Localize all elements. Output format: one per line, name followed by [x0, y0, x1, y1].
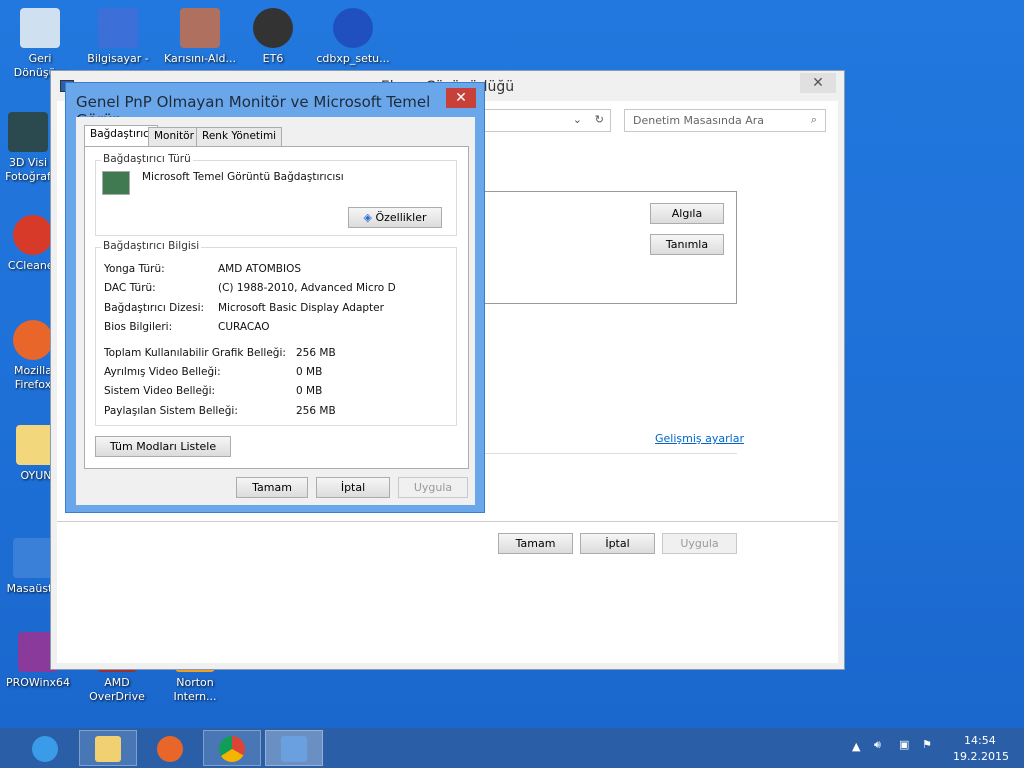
dialog-cancel-button[interactable]: İptal	[316, 477, 390, 498]
internet-explorer-icon	[32, 736, 58, 762]
ok-button[interactable]: Tamam	[498, 533, 573, 554]
cancel-button[interactable]: İptal	[580, 533, 655, 554]
adapter-properties-dialog: Genel PnP Olmayan Monitör ve Microsoft T…	[65, 82, 485, 513]
taskbar: ▲ 🔊︎ ▣ ⚑ 14:54 19.2.2015	[0, 728, 1024, 768]
show-hidden-icons-icon[interactable]: ▲	[852, 740, 860, 753]
taskbar-file-explorer[interactable]	[79, 730, 137, 766]
tab-color-management[interactable]: Renk Yönetimi	[196, 127, 283, 146]
desktop-icon-video[interactable]: Karısını-Ald...	[162, 8, 238, 66]
action-center-flag-icon[interactable]: ⚑	[922, 738, 932, 751]
search-input[interactable]: Denetim Masasında Ara ⌕	[624, 109, 826, 132]
tab-panel: Bağdaştırıcı Türü Microsoft Temel Görünt…	[84, 146, 469, 469]
network-icon[interactable]: ▣	[899, 738, 909, 751]
folder-icon	[95, 736, 121, 762]
shield-icon: ◈	[363, 211, 372, 224]
video-thumbnail-icon	[180, 8, 220, 48]
clock-time[interactable]: 14:54	[964, 734, 996, 747]
clock-date[interactable]: 19.2.2015	[953, 750, 1009, 763]
chevron-down-icon[interactable]: ⌄	[573, 113, 582, 126]
control-panel-icon	[281, 736, 307, 762]
firefox-icon	[13, 320, 53, 360]
steering-wheel-icon	[253, 8, 293, 48]
desktop-icon-computer[interactable]: Bilgisayar -	[80, 8, 156, 66]
desktop-icon	[13, 538, 53, 578]
detect-button[interactable]: Algıla	[650, 203, 724, 224]
cd-setup-icon	[333, 8, 373, 48]
search-icon: ⌕	[810, 113, 817, 126]
dialog-body: Bağdaştırıcı Monitör Renk Yönetimi Bağda…	[76, 117, 475, 505]
divider	[57, 521, 838, 522]
taskbar-firefox[interactable]	[141, 730, 199, 766]
taskbar-chrome[interactable]	[203, 730, 261, 766]
desktop-icon-cdbxp[interactable]: cdbxp_setu...	[315, 8, 391, 66]
firefox-icon	[157, 736, 183, 762]
identify-button[interactable]: Tanımla	[650, 234, 724, 255]
refresh-icon[interactable]: ↻	[595, 113, 604, 126]
tab-monitor[interactable]: Monitör	[148, 127, 200, 146]
taskbar-control-panel[interactable]	[265, 730, 323, 766]
3d-vision-icon	[8, 112, 48, 152]
chrome-icon	[219, 736, 245, 762]
adapter-info-group: Bağdaştırıcı Bilgisi Yonga Türü: AMD ATOM…	[95, 240, 457, 426]
dialog-apply-button[interactable]: Uygula	[398, 477, 468, 498]
desktop-icon-et6[interactable]: ET6	[235, 8, 311, 66]
ccleaner-icon	[13, 215, 53, 255]
advanced-settings-link[interactable]: Gelişmiş ayarlar	[655, 432, 744, 445]
apply-button[interactable]: Uygula	[662, 533, 737, 554]
list-all-modes-button[interactable]: Tüm Modları Listele	[95, 436, 231, 457]
dialog-close-button[interactable]: ✕	[446, 88, 476, 108]
taskbar-internet-explorer[interactable]	[16, 730, 74, 766]
recycle-bin-icon	[20, 8, 60, 48]
dialog-ok-button[interactable]: Tamam	[236, 477, 308, 498]
computer-icon	[98, 8, 138, 48]
adapter-type-group: Bağdaştırıcı Türü Microsoft Temel Görünt…	[95, 153, 457, 236]
graphics-card-icon	[102, 171, 130, 195]
tab-adapter[interactable]: Bağdaştırıcı	[84, 125, 158, 147]
properties-button[interactable]: ◈ Özellikler	[348, 207, 442, 228]
volume-icon[interactable]: 🔊︎	[874, 738, 881, 752]
window-close-button[interactable]: ✕	[800, 73, 836, 93]
